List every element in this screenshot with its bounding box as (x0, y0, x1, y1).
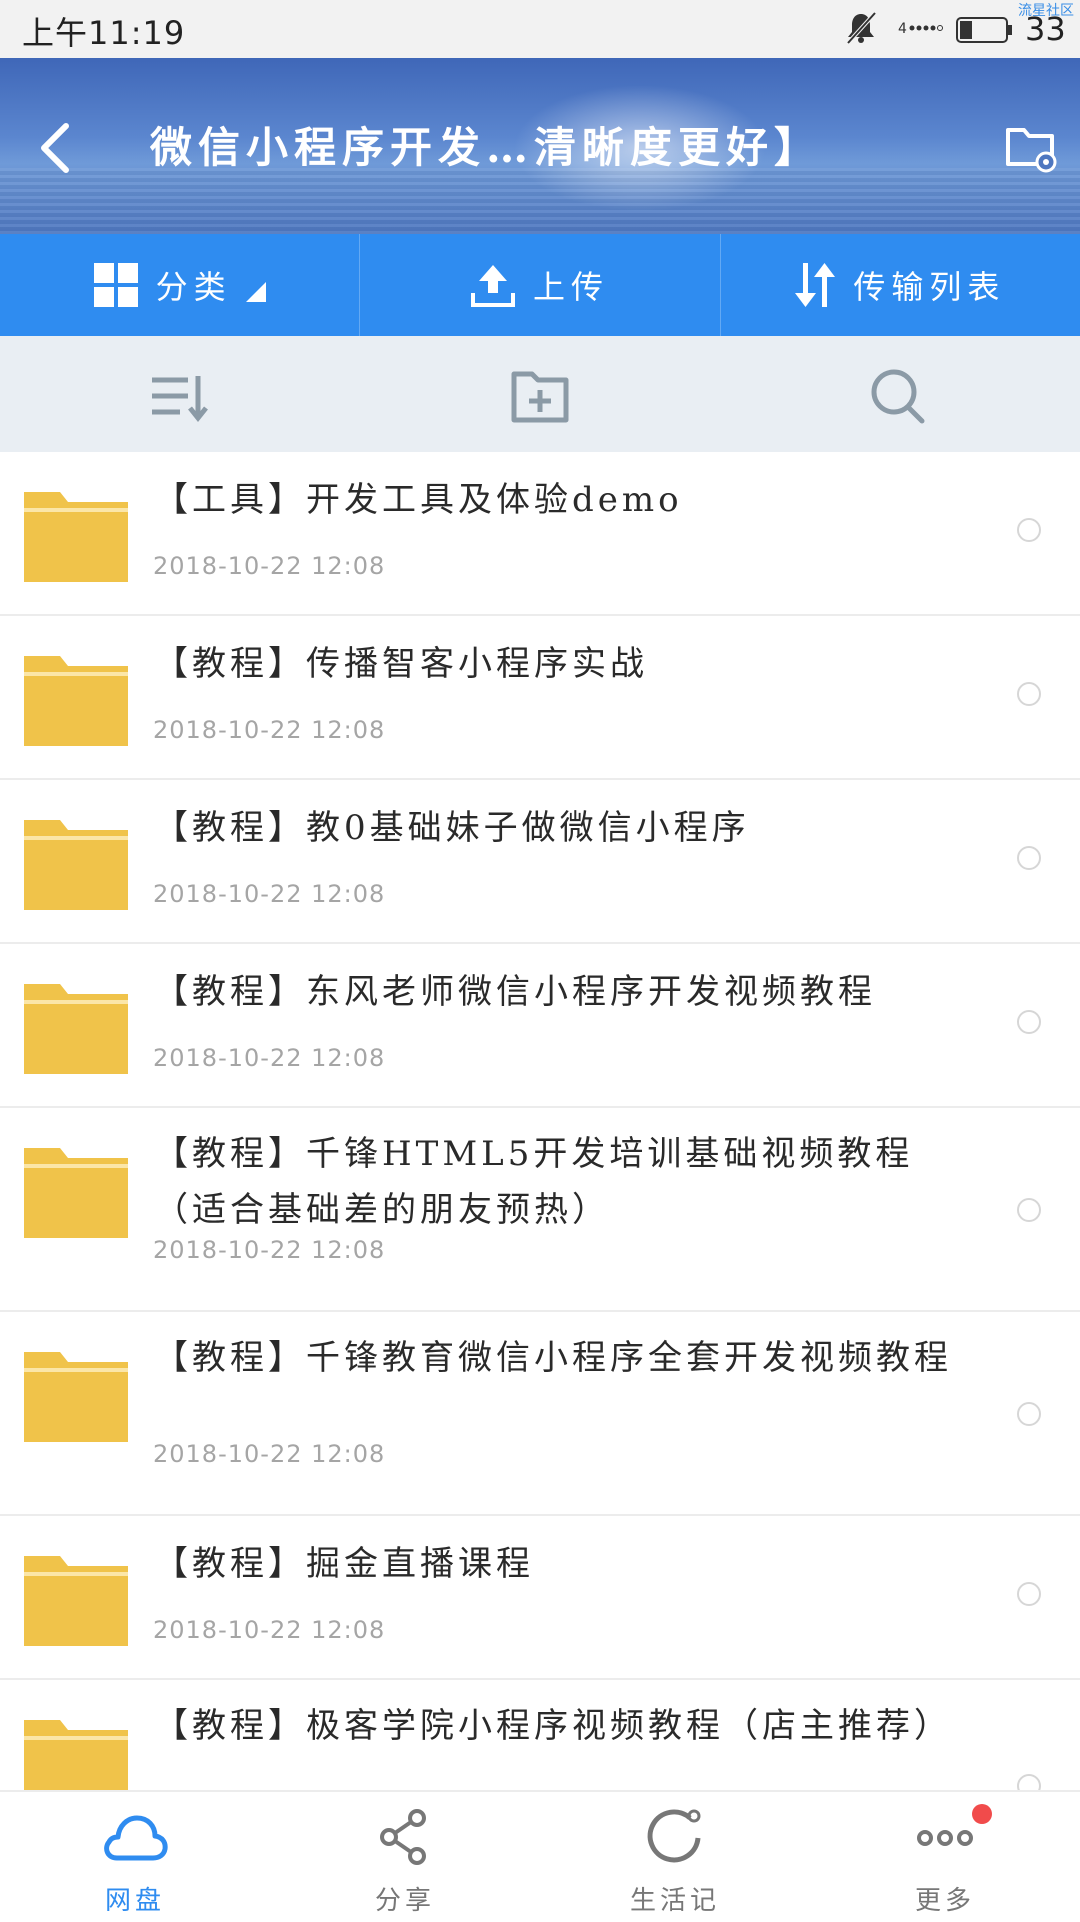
battery-icon (956, 17, 1012, 43)
transfer-icon (795, 263, 836, 307)
nav-more[interactable]: 更多 (810, 1792, 1080, 1922)
select-radio-icon[interactable] (1017, 1010, 1041, 1034)
new-folder-icon[interactable] (508, 366, 572, 426)
svg-text:4: 4 (898, 21, 907, 37)
battery-level: 33 (1025, 10, 1066, 48)
nav-share[interactable]: 分享 (270, 1792, 540, 1922)
status-bar: 上午11:19 流星社区 4 33 (0, 0, 1080, 58)
nav-netdisk[interactable]: 网盘 (0, 1792, 270, 1922)
folder-icon (24, 492, 128, 582)
folder-name: 【教程】千锋HTML5开发培训基础视频教程（适合基础差的朋友预热） (154, 1134, 914, 1230)
header: 微信小程序开发…清晰度更好】 (0, 58, 1080, 234)
folder-name: 【教程】东风老师微信小程序开发视频教程 (154, 972, 876, 1012)
folder-date: 2018-10-22 12:08 (153, 880, 386, 908)
upload-icon (470, 265, 515, 307)
folder-name: 【工具】开发工具及体验demo (154, 480, 683, 520)
list-item[interactable]: 【工具】开发工具及体验demo 2018-10-22 12:08 (0, 452, 1080, 616)
cloud-icon (104, 1815, 168, 1861)
select-radio-icon[interactable] (1017, 1198, 1041, 1222)
page-title: 微信小程序开发…清晰度更好】 (150, 123, 823, 172)
list-item[interactable]: 【教程】传播智客小程序实战 2018-10-22 12:08 (0, 616, 1080, 780)
tab-category[interactable]: 分类 (0, 234, 361, 336)
folder-date: 2018-10-22 12:08 (153, 552, 386, 580)
folder-settings-icon[interactable] (1004, 120, 1058, 174)
nav-share-label: 分享 (374, 1886, 435, 1916)
tab-transfer-list[interactable]: 传输列表 (721, 234, 1080, 336)
list-item[interactable]: 【教程】极客学院小程序视频教程（店主推荐） (0, 1680, 1080, 1790)
folder-name: 【教程】千锋教育微信小程序全套开发视频教程 (154, 1338, 952, 1378)
folder-date: 2018-10-22 12:08 (153, 716, 386, 744)
folder-icon (24, 984, 128, 1074)
select-radio-icon[interactable] (1017, 1582, 1041, 1606)
tab-upload-label: 上传 (532, 268, 609, 306)
folder-name: 【教程】极客学院小程序视频教程（店主推荐） (154, 1706, 952, 1746)
folder-icon (24, 1556, 128, 1646)
tab-transfer-list-label: 传输列表 (853, 268, 1006, 306)
list-item[interactable]: 【教程】千锋教育微信小程序全套开发视频教程 2018-10-22 12:08 (0, 1312, 1080, 1516)
list-item[interactable]: 【教程】东风老师微信小程序开发视频教程 2018-10-22 12:08 (0, 944, 1080, 1108)
folder-date: 2018-10-22 12:08 (153, 1236, 386, 1264)
list-item[interactable]: 【教程】千锋HTML5开发培训基础视频教程（适合基础差的朋友预热） 2018-1… (0, 1108, 1080, 1312)
tab-category-label: 分类 (155, 268, 232, 306)
select-radio-icon[interactable] (1017, 1774, 1041, 1790)
select-radio-icon[interactable] (1017, 518, 1041, 542)
action-bar (0, 336, 1080, 452)
signal-icon: 4 (898, 21, 943, 37)
nav-life[interactable]: 生活记 (540, 1792, 810, 1922)
select-radio-icon[interactable] (1017, 1402, 1041, 1426)
tool-tabs: 分类 上传 传输列表 (0, 234, 1080, 336)
select-radio-icon[interactable] (1017, 682, 1041, 706)
dropdown-triangle-icon (245, 282, 266, 302)
nav-life-label: 生活记 (629, 1886, 720, 1916)
notification-badge (972, 1804, 992, 1824)
folder-name: 【教程】掘金直播课程 (154, 1544, 534, 1584)
nav-more-label: 更多 (914, 1886, 975, 1916)
nav-netdisk-label: 网盘 (104, 1886, 165, 1916)
folder-icon (24, 1720, 128, 1790)
folder-date: 2018-10-22 12:08 (153, 1616, 386, 1644)
tab-upload[interactable]: 上传 (360, 234, 721, 336)
share-icon (380, 1809, 426, 1865)
folder-icon (24, 656, 128, 746)
refresh-icon (647, 1809, 701, 1863)
folder-name: 【教程】传播智客小程序实战 (154, 644, 648, 684)
more-icon (917, 1830, 973, 1846)
search-icon[interactable] (866, 366, 930, 426)
list-item[interactable]: 【教程】掘金直播课程 2018-10-22 12:08 (0, 1516, 1080, 1680)
folder-date: 2018-10-22 12:08 (153, 1440, 386, 1468)
folder-name: 【教程】教0基础妹子做微信小程序 (154, 808, 750, 848)
folder-icon (24, 1148, 128, 1238)
list-item[interactable]: 【教程】教0基础妹子做微信小程序 2018-10-22 12:08 (0, 780, 1080, 944)
sort-icon[interactable] (148, 366, 212, 426)
folder-icon (24, 820, 128, 910)
mute-icon (846, 11, 877, 45)
back-icon[interactable] (36, 120, 76, 176)
folder-icon (24, 1352, 128, 1442)
grid-icon (93, 263, 138, 307)
status-time: 上午11:19 (22, 14, 186, 52)
folder-date: 2018-10-22 12:08 (153, 1044, 386, 1072)
file-list: 【工具】开发工具及体验demo 2018-10-22 12:08 【教程】传播智… (0, 452, 1080, 1790)
bottom-nav: 网盘 分享 生活记 更多 (0, 1790, 1080, 1920)
select-radio-icon[interactable] (1017, 846, 1041, 870)
